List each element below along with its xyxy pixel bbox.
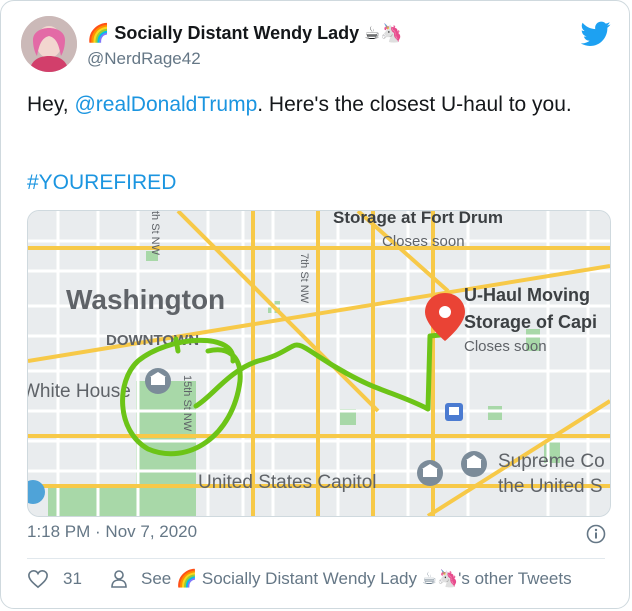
map-image[interactable]: Storage at Fort Drum Closes soon Washing…	[27, 210, 611, 517]
map-label-storage-fort-drum: Storage at Fort Drum	[333, 211, 503, 227]
map-label-closes-soon-top: Closes soon	[382, 233, 465, 250]
heart-icon	[28, 569, 48, 589]
twitter-bird-icon[interactable]	[580, 21, 611, 47]
author-handle[interactable]: @NerdRage42	[87, 49, 201, 69]
tweet-text: Hey, @realDonaldTrump. Here's the closes…	[27, 90, 607, 120]
landmark-icon[interactable]	[417, 460, 443, 486]
landmark-icon[interactable]	[145, 368, 171, 394]
divider	[27, 558, 605, 559]
map-label-supreme-line1: Supreme Co	[498, 451, 605, 472]
hashtag-link[interactable]: #YOUREFIRED	[27, 171, 176, 195]
mention-link[interactable]: @realDonaldTrump	[74, 93, 257, 116]
avatar[interactable]	[21, 16, 77, 72]
timestamp[interactable]: 1:18 PM · Nov 7, 2020	[27, 522, 197, 542]
tweet-card: 🌈 Socially Distant Wendy Lady ☕🦄 @NerdRa…	[0, 0, 630, 609]
see-other-tweets-link[interactable]: See 🌈 Socially Distant Wendy Lady ☕🦄's o…	[109, 569, 572, 589]
landmark-icon[interactable]	[461, 451, 487, 477]
like-button[interactable]: 31	[27, 569, 82, 589]
tweet-text-prefix: Hey,	[27, 93, 75, 116]
map-label-capitol: United States Capitol	[198, 472, 377, 493]
see-other-tweets-label: See 🌈 Socially Distant Wendy Lady ☕🦄's o…	[141, 569, 572, 588]
metro-icon[interactable]	[445, 403, 463, 421]
map-label-uhaul-line1: U-Haul Moving	[464, 285, 590, 305]
map-label-left-st: th St NW	[149, 211, 161, 256]
map-label-washington: Washington	[66, 284, 225, 315]
like-count: 31	[63, 569, 82, 588]
person-icon	[111, 570, 127, 588]
map-label-15th-st: 15th St NW	[181, 375, 193, 432]
map-label-white-house: White House	[28, 381, 131, 402]
map-label-supreme-line2: the United S	[498, 476, 603, 497]
map-label-7th-st: 7th St NW	[298, 253, 310, 304]
map-label-uhaul-line2: Storage of Capi	[464, 312, 597, 332]
info-icon[interactable]	[586, 524, 606, 544]
author-name[interactable]: 🌈 Socially Distant Wendy Lady ☕🦄	[87, 23, 403, 44]
tweet-text-suffix: . Here's the closest U-haul to you.	[257, 93, 572, 116]
map-label-uhaul-closes: Closes soon	[464, 338, 547, 355]
